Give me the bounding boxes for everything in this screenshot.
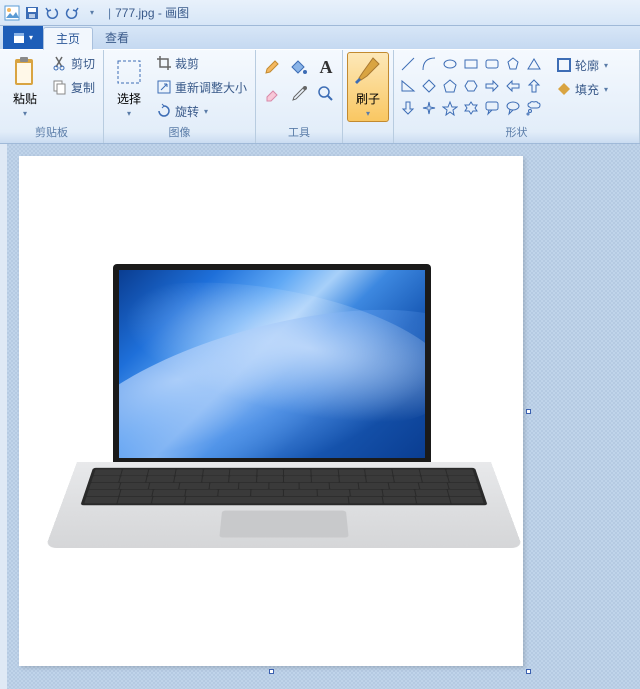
fill-tool[interactable]	[287, 55, 311, 79]
canvas-area[interactable]	[7, 144, 640, 689]
group-shapes: 轮廓▾ 填充▾ 形状	[394, 50, 640, 143]
canvas[interactable]	[19, 156, 523, 666]
copy-button[interactable]: 复制	[48, 76, 99, 98]
fill-icon	[556, 81, 572, 97]
save-icon[interactable]	[24, 5, 40, 21]
title-dash: -	[155, 6, 166, 20]
file-tab[interactable]: ▾	[3, 26, 43, 49]
fill-button[interactable]: 填充▾	[552, 78, 612, 100]
shape-star4[interactable]	[419, 98, 439, 118]
redo-icon[interactable]	[64, 5, 80, 21]
group-tools: A 工具	[256, 50, 343, 143]
shape-callout-rect[interactable]	[482, 98, 502, 118]
shape-line[interactable]	[398, 54, 418, 74]
tab-home[interactable]: 主页	[43, 27, 93, 50]
shape-arrow-left[interactable]	[503, 76, 523, 96]
select-icon	[113, 56, 145, 88]
undo-icon[interactable]	[44, 5, 60, 21]
laptop-image	[77, 264, 491, 592]
group-label-clipboard: 剪贴板	[4, 122, 99, 143]
group-label-tools: 工具	[260, 122, 338, 143]
group-brushes: 刷子 ▾	[343, 50, 394, 143]
group-label-image: 图像	[108, 122, 251, 143]
paste-icon	[9, 56, 41, 88]
resize-button[interactable]: 重新调整大小	[152, 76, 251, 98]
shape-callout-oval[interactable]	[503, 98, 523, 118]
shape-hexagon[interactable]	[461, 76, 481, 96]
rotate-button[interactable]: 旋转▾	[152, 100, 251, 122]
eraser-tool[interactable]	[260, 82, 284, 106]
shape-diamond[interactable]	[419, 76, 439, 96]
crop-button[interactable]: 裁剪	[152, 52, 251, 74]
copy-icon	[52, 79, 68, 95]
shape-arrow-right[interactable]	[482, 76, 502, 96]
shape-oval[interactable]	[440, 54, 460, 74]
title-separator: |	[108, 6, 111, 20]
brush-icon	[352, 56, 384, 88]
title-bar: ▾ | 777.jpg - 画图	[0, 0, 640, 26]
shapes-gallery[interactable]	[398, 52, 544, 118]
group-image: 选择 ▾ 裁剪 重新调整大小 旋转▾ 图像	[104, 50, 256, 143]
app-name: 画图	[165, 4, 189, 21]
shape-star6[interactable]	[461, 98, 481, 118]
shape-round-rect[interactable]	[482, 54, 502, 74]
magnifier-tool[interactable]	[314, 82, 338, 106]
document-title: 777.jpg	[115, 6, 154, 20]
resize-handle-right[interactable]	[526, 409, 531, 414]
shape-arrow-down[interactable]	[398, 98, 418, 118]
group-label-brushes	[347, 126, 389, 143]
pencil-tool[interactable]	[260, 55, 284, 79]
outline-icon	[556, 57, 572, 73]
resize-icon	[156, 79, 172, 95]
shape-triangle[interactable]	[524, 54, 544, 74]
shape-curve[interactable]	[419, 54, 439, 74]
paste-button[interactable]: 粘贴 ▾	[4, 52, 46, 122]
qat-dropdown-icon[interactable]: ▾	[84, 5, 100, 21]
rotate-icon	[156, 103, 172, 119]
ribbon-tabs: ▾ 主页 查看	[0, 26, 640, 50]
ribbon: 粘贴 ▾ 剪切 复制 剪贴板 选择 ▾ 裁剪 重新调整大小 旋转▾ 图像	[0, 50, 640, 144]
shape-pentagon[interactable]	[440, 76, 460, 96]
brushes-button[interactable]: 刷子 ▾	[347, 52, 389, 122]
shape-right-triangle[interactable]	[398, 76, 418, 96]
color-picker-tool[interactable]	[287, 82, 311, 106]
app-icon	[4, 5, 20, 21]
resize-handle-corner[interactable]	[526, 669, 531, 674]
shape-rect[interactable]	[461, 54, 481, 74]
shape-arrow-up[interactable]	[524, 76, 544, 96]
outline-button[interactable]: 轮廓▾	[552, 54, 612, 76]
tab-view[interactable]: 查看	[93, 26, 141, 49]
cut-icon	[52, 55, 68, 71]
text-tool[interactable]: A	[314, 55, 338, 79]
shape-polygon[interactable]	[503, 54, 523, 74]
group-label-shapes: 形状	[398, 122, 635, 143]
cut-button[interactable]: 剪切	[48, 52, 99, 74]
select-button[interactable]: 选择 ▾	[108, 52, 150, 122]
resize-handle-bottom[interactable]	[269, 669, 274, 674]
shape-callout-cloud[interactable]	[524, 98, 544, 118]
crop-icon	[156, 55, 172, 71]
shape-star5[interactable]	[440, 98, 460, 118]
group-clipboard: 粘贴 ▾ 剪切 复制 剪贴板	[0, 50, 104, 143]
